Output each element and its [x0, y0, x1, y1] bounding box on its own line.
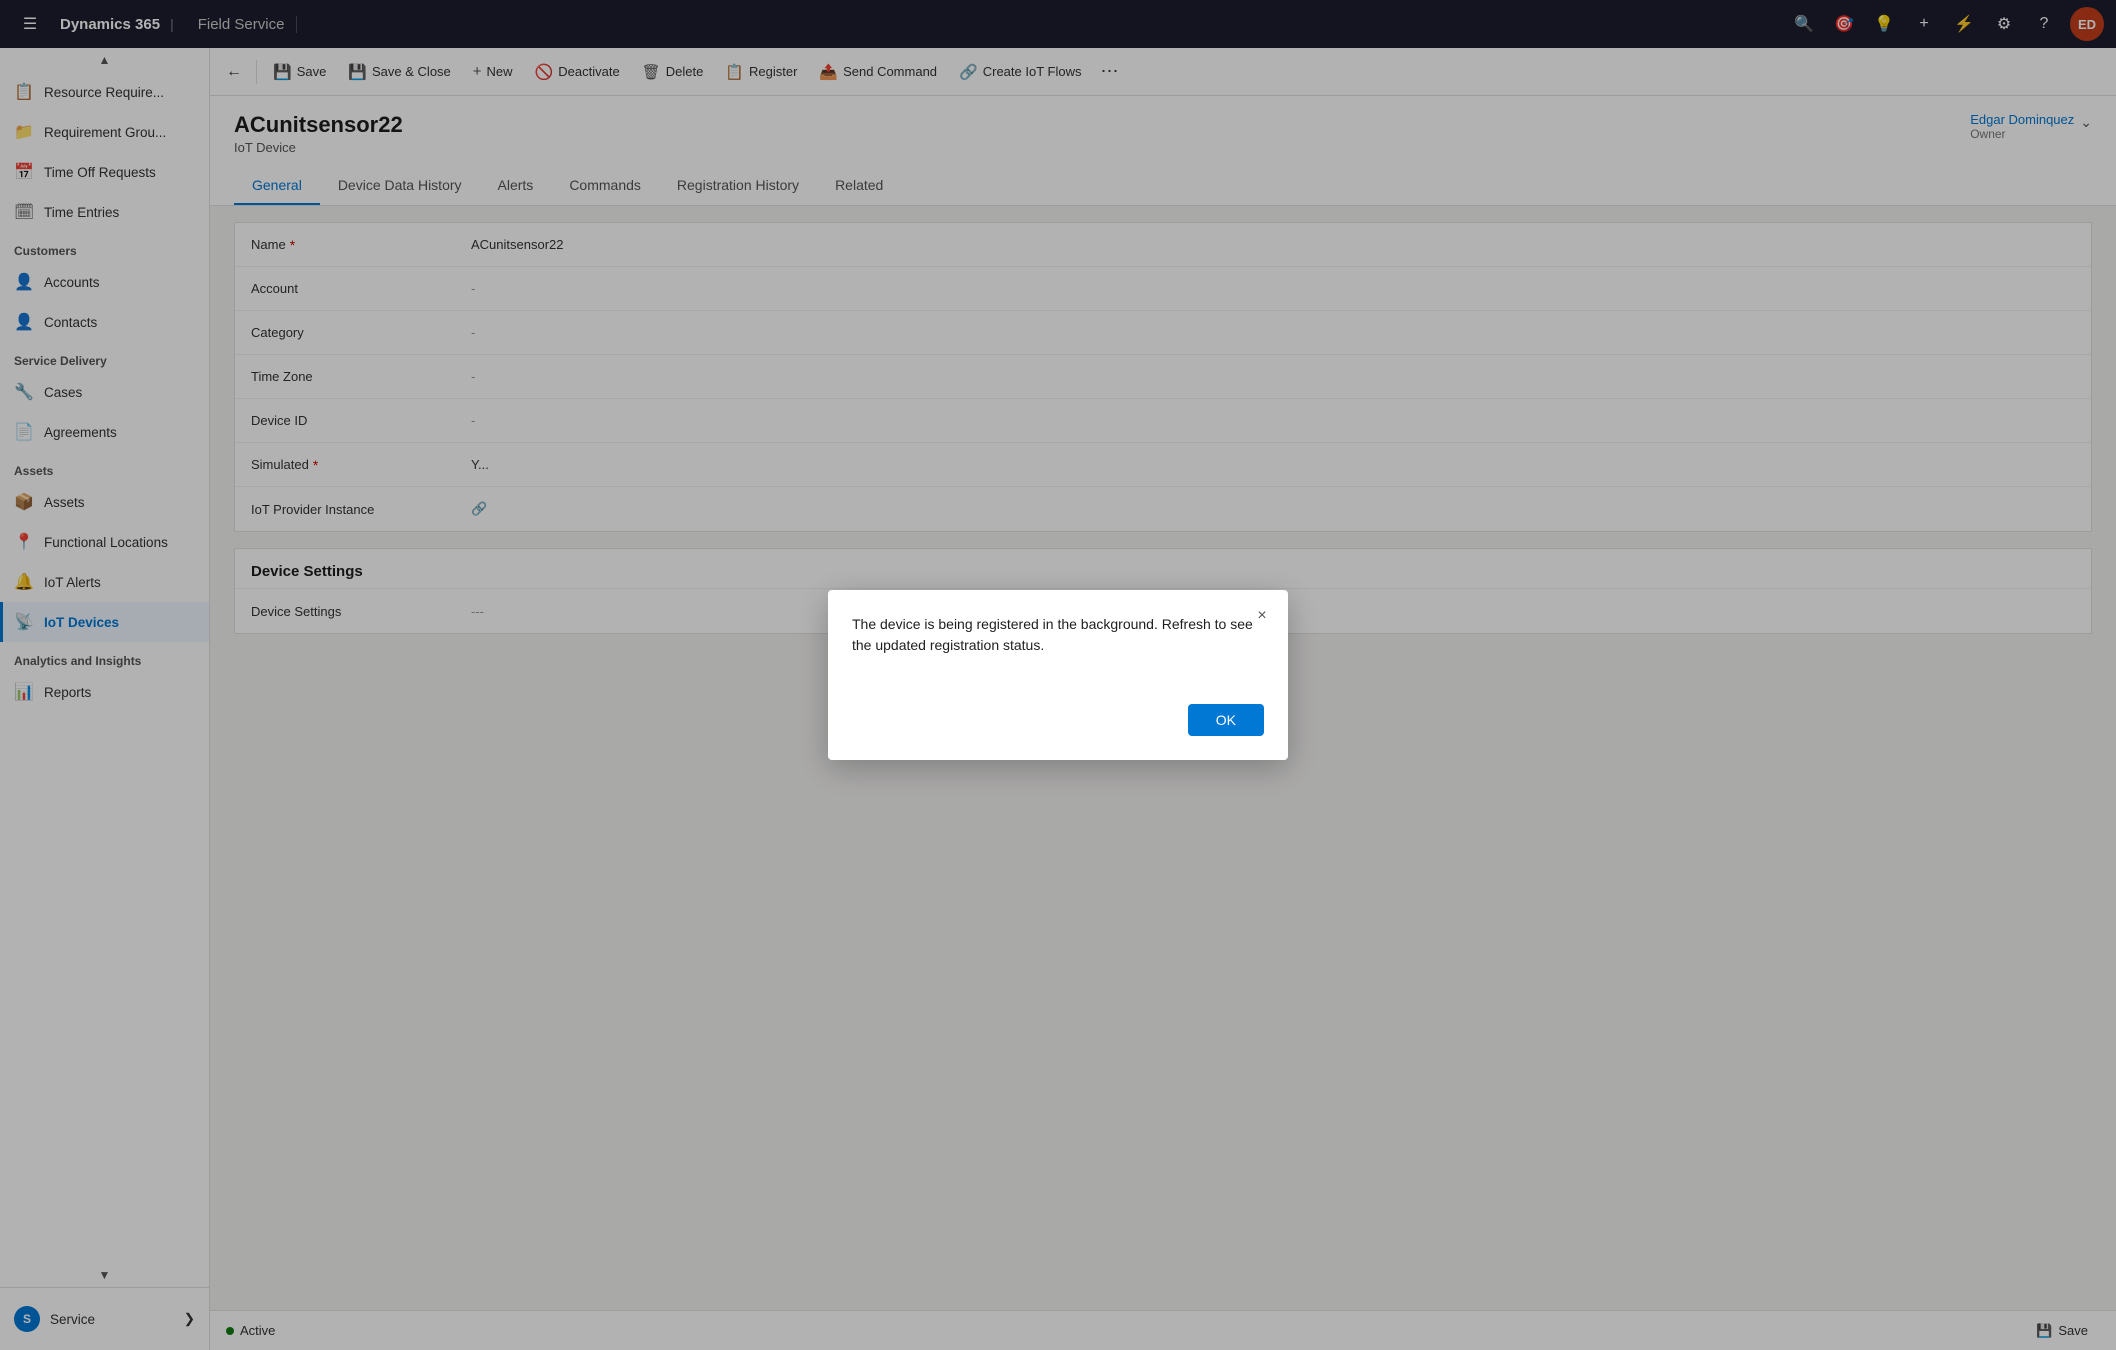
dialog-ok-button[interactable]: OK [1188, 704, 1264, 736]
dialog-actions: OK [852, 704, 1264, 736]
dialog-message: The device is being registered in the ba… [852, 614, 1264, 656]
dialog-overlay[interactable]: × The device is being registered in the … [0, 0, 2116, 1350]
dialog-close-icon: × [1257, 607, 1266, 625]
dialog: × The device is being registered in the … [828, 590, 1288, 760]
dialog-close-button[interactable]: × [1248, 602, 1276, 630]
